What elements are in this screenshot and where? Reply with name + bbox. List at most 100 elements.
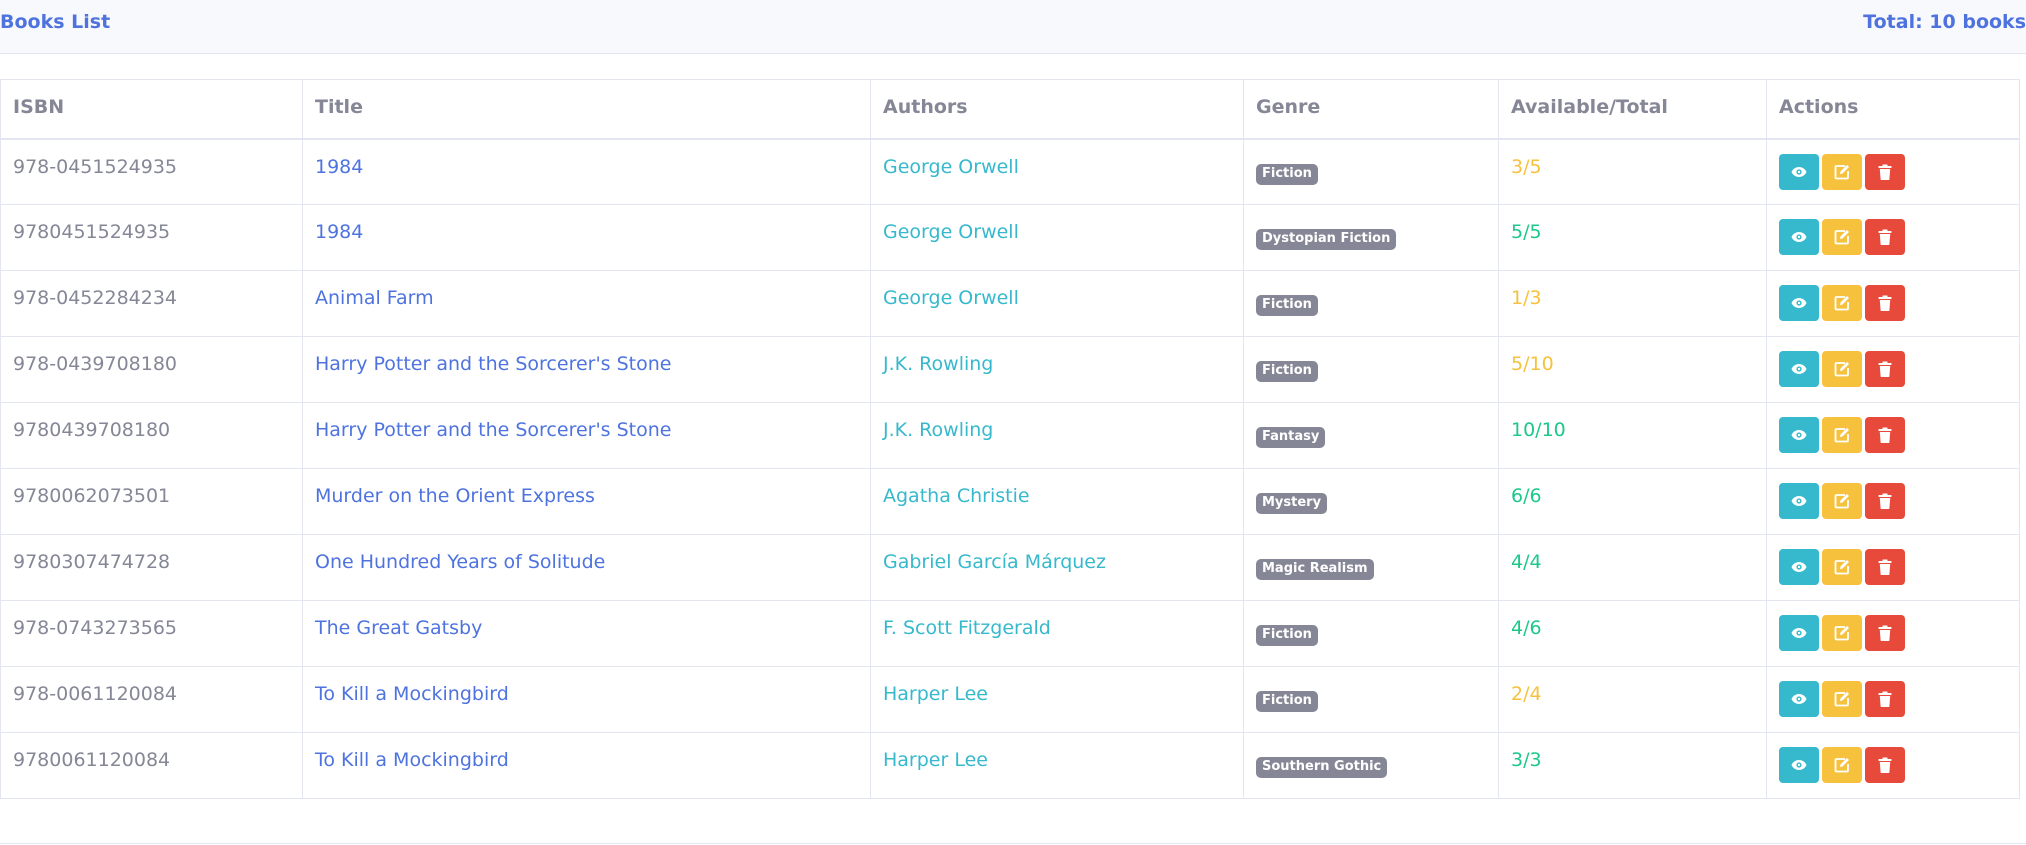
title-cell: Harry Potter and the Sorcerer's Stone — [302, 402, 871, 469]
book-title-link[interactable]: 1984 — [315, 156, 363, 178]
availability-cell: 4/4 — [1498, 534, 1767, 601]
author-link[interactable]: J.K. Rowling — [883, 419, 993, 441]
author-link[interactable]: George Orwell — [883, 221, 1019, 243]
eye-icon — [1791, 166, 1807, 177]
trash-icon — [1878, 757, 1892, 773]
edit-icon — [1834, 296, 1849, 311]
title-cell: To Kill a Mockingbird — [302, 666, 871, 733]
genre-badge: Dystopian Fiction — [1256, 229, 1397, 250]
isbn-cell: 978-0061120084 — [0, 666, 303, 733]
view-button[interactable] — [1779, 681, 1819, 717]
view-button[interactable] — [1779, 483, 1819, 519]
column-header-title: Title — [302, 79, 871, 140]
book-title-link[interactable]: Harry Potter and the Sorcerer's Stone — [315, 419, 672, 441]
actions-cell — [1766, 666, 2020, 733]
title-cell: Murder on the Orient Express — [302, 468, 871, 535]
edit-button[interactable] — [1822, 681, 1862, 717]
edit-icon — [1834, 626, 1849, 641]
availability-cell: 5/10 — [1498, 336, 1767, 403]
book-title-link[interactable]: 1984 — [315, 221, 363, 243]
genre-badge: Fiction — [1256, 163, 1318, 185]
author-link[interactable]: George Orwell — [883, 156, 1019, 178]
genre-cell: Fiction — [1243, 336, 1499, 403]
title-cell: To Kill a Mockingbird — [302, 732, 871, 799]
author-link[interactable]: George Orwell — [883, 287, 1019, 309]
delete-button[interactable] — [1865, 747, 1905, 783]
availability-cell: 2/4 — [1498, 666, 1767, 733]
genre-cell: Fiction — [1243, 600, 1499, 667]
edit-icon — [1834, 494, 1849, 509]
actions-cell — [1766, 402, 2020, 469]
view-button[interactable] — [1779, 549, 1819, 585]
author-link[interactable]: Agatha Christie — [883, 485, 1030, 507]
book-title-link[interactable]: Murder on the Orient Express — [315, 485, 595, 507]
edit-button[interactable] — [1822, 219, 1862, 255]
edit-button[interactable] — [1822, 417, 1862, 453]
view-button[interactable] — [1779, 285, 1819, 321]
actions-cell — [1766, 468, 2020, 535]
actions-cell — [1766, 336, 2020, 403]
delete-button[interactable] — [1865, 549, 1905, 585]
view-button[interactable] — [1779, 351, 1819, 387]
title-cell: One Hundred Years of Solitude — [302, 534, 871, 601]
delete-button[interactable] — [1865, 483, 1905, 519]
availability-cell: 10/10 — [1498, 402, 1767, 469]
authors-cell: Agatha Christie — [870, 468, 1244, 535]
view-button[interactable] — [1779, 153, 1819, 190]
genre-badge: Fiction — [1256, 691, 1318, 712]
book-title-link[interactable]: The Great Gatsby — [315, 617, 482, 639]
isbn-cell: 978-0451524935 — [0, 138, 303, 205]
author-link[interactable]: Harper Lee — [883, 749, 988, 771]
book-title-link[interactable]: To Kill a Mockingbird — [315, 749, 509, 771]
genre-badge: Magic Realism — [1256, 559, 1374, 580]
delete-button[interactable] — [1865, 219, 1905, 255]
title-cell: Harry Potter and the Sorcerer's Stone — [302, 336, 871, 403]
authors-cell: Harper Lee — [870, 666, 1244, 733]
delete-button[interactable] — [1865, 351, 1905, 387]
edit-button[interactable] — [1822, 153, 1862, 190]
table-row: 9780062073501 Murder on the Orient Expre… — [0, 468, 2020, 535]
book-title-link[interactable]: To Kill a Mockingbird — [315, 683, 509, 705]
book-title-link[interactable]: Animal Farm — [315, 287, 434, 309]
authors-cell: Harper Lee — [870, 732, 1244, 799]
page-title: Books List — [0, 11, 111, 33]
edit-icon — [1834, 692, 1849, 707]
author-link[interactable]: F. Scott Fitzgerald — [883, 617, 1051, 639]
edit-icon — [1834, 758, 1849, 773]
view-button[interactable] — [1779, 219, 1819, 255]
book-title-link[interactable]: One Hundred Years of Solitude — [315, 551, 605, 573]
availability-cell: 3/3 — [1498, 732, 1767, 799]
table-body: 978-0451524935 1984 George Orwell Fictio… — [0, 138, 2020, 799]
delete-button[interactable] — [1865, 285, 1905, 321]
actions-cell — [1766, 534, 2020, 601]
book-title-link[interactable]: Harry Potter and the Sorcerer's Stone — [315, 353, 672, 375]
edit-button[interactable] — [1822, 351, 1862, 387]
isbn-cell: 978-0439708180 — [0, 336, 303, 403]
genre-badge: Mystery — [1256, 493, 1328, 514]
delete-button[interactable] — [1865, 615, 1905, 651]
edit-button[interactable] — [1822, 549, 1862, 585]
view-button[interactable] — [1779, 417, 1819, 453]
edit-button[interactable] — [1822, 483, 1862, 519]
edit-button[interactable] — [1822, 615, 1862, 651]
genre-badge: Fiction — [1256, 625, 1318, 646]
column-header-isbn: ISBN — [0, 79, 303, 140]
trash-icon — [1878, 295, 1892, 311]
author-link[interactable]: Gabriel García Márquez — [883, 551, 1106, 573]
delete-button[interactable] — [1865, 153, 1905, 190]
table-row: 9780439708180 Harry Potter and the Sorce… — [0, 402, 2020, 469]
delete-button[interactable] — [1865, 681, 1905, 717]
total-count: Total: 10 books — [1863, 11, 2026, 33]
view-button[interactable] — [1779, 615, 1819, 651]
delete-button[interactable] — [1865, 417, 1905, 453]
author-link[interactable]: Harper Lee — [883, 683, 988, 705]
availability-cell: 3/5 — [1498, 138, 1767, 205]
view-button[interactable] — [1779, 747, 1819, 783]
edit-button[interactable] — [1822, 747, 1862, 783]
author-link[interactable]: J.K. Rowling — [883, 353, 993, 375]
edit-button[interactable] — [1822, 285, 1862, 321]
table-row: 978-0439708180 Harry Potter and the Sorc… — [0, 336, 2020, 403]
genre-cell: Fiction — [1243, 138, 1499, 205]
title-cell: 1984 — [302, 204, 871, 271]
card-header: Books List Total: 10 books — [0, 0, 2026, 54]
